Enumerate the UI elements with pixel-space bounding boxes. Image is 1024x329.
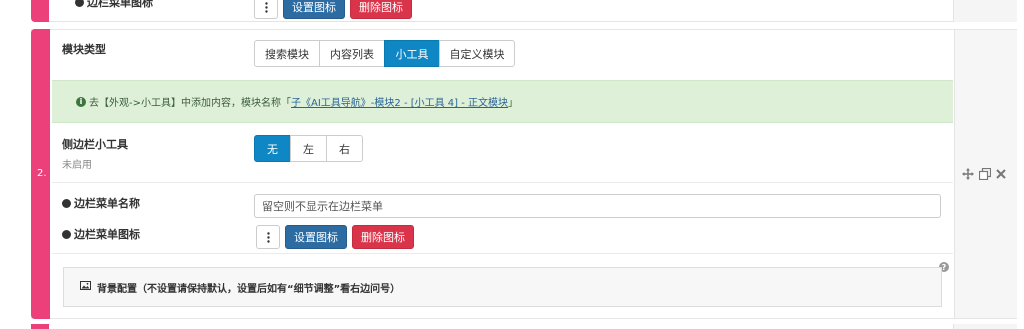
block-tools <box>962 168 1006 180</box>
sidebar-position-selector: 无 左 右 <box>254 135 363 162</box>
plus-circle-icon <box>62 199 71 208</box>
plus-circle-icon <box>75 0 84 7</box>
delete-icon-button[interactable]: 删除图标 <box>352 225 414 249</box>
set-icon-button[interactable]: 设置图标 <box>285 225 347 249</box>
module-type-custom[interactable]: 自定义模块 <box>439 40 515 67</box>
info-circle-icon: i <box>76 96 86 107</box>
module-type-selector: 搜索模块 内容列表 小工具 自定义模块 <box>254 40 515 67</box>
menu-name-input[interactable]: 留空则不显示在边栏菜单 <box>254 194 941 218</box>
next-block-toolbar <box>953 324 1017 329</box>
previous-icon-buttons: 设置图标 删除图标 <box>254 0 412 19</box>
close-icon[interactable] <box>996 169 1006 179</box>
module-type-search[interactable]: 搜索模块 <box>254 40 320 67</box>
sidebar-widget-status: 未启用 <box>62 160 92 171</box>
previous-delete-icon-button[interactable]: 删除图标 <box>350 0 412 19</box>
kebab-icon[interactable] <box>256 225 280 249</box>
previous-module-block: 边栏菜单图标 设置图标 删除图标 <box>31 0 1017 22</box>
previous-block-body <box>49 0 953 22</box>
notice-suffix: 」 <box>508 98 519 109</box>
previous-set-icon-button[interactable]: 设置图标 <box>283 0 345 19</box>
background-config-label: 背景配置（不设置请保持默认，设置后如有“细节调整”看右边问号） <box>97 283 401 295</box>
move-icon[interactable] <box>962 168 974 180</box>
module-type-content-list[interactable]: 内容列表 <box>319 40 385 67</box>
widget-notice: i 去【外观->小工具】中添加内容，模块名称「 子《AI工具导航》-模块2 - … <box>52 80 953 123</box>
menu-icon-label: 边栏菜单图标 <box>62 226 140 242</box>
menu-icon-buttons: 设置图标 删除图标 <box>256 225 414 249</box>
copy-icon[interactable] <box>979 168 991 180</box>
previous-block-accent <box>31 0 49 22</box>
module-type-widget[interactable]: 小工具 <box>384 40 440 67</box>
kebab-icon[interactable] <box>254 0 278 19</box>
divider <box>52 253 953 254</box>
notice-link[interactable]: 子《AI工具导航》-模块2 - [小工具 4] - 正文模块 <box>291 94 508 109</box>
block-number: 2. <box>37 168 47 179</box>
plus-circle-icon <box>62 230 71 239</box>
sidebar-option-right[interactable]: 右 <box>326 135 363 162</box>
menu-name-placeholder: 留空则不显示在边栏菜单 <box>262 200 383 213</box>
menu-name-label: 边栏菜单名称 <box>62 195 140 211</box>
previous-block-toolbar <box>953 0 1017 22</box>
module-type-label: 模块类型 <box>62 43 106 56</box>
next-module-block <box>31 324 1017 329</box>
next-block-accent <box>31 324 49 329</box>
background-config-panel[interactable]: 背景配置（不设置请保持默认，设置后如有“细节调整”看右边问号） <box>63 267 942 307</box>
previous-menu-icon-label: 边栏菜单图标 <box>75 0 153 10</box>
image-icon <box>80 281 91 293</box>
sidebar-option-none[interactable]: 无 <box>254 135 291 162</box>
divider <box>52 182 953 183</box>
sidebar-widget-label: 侧边栏小工具 <box>62 138 128 151</box>
sidebar-option-left[interactable]: 左 <box>290 135 327 162</box>
notice-prefix: 去【外观->小工具】中添加内容，模块名称「 <box>89 98 291 109</box>
